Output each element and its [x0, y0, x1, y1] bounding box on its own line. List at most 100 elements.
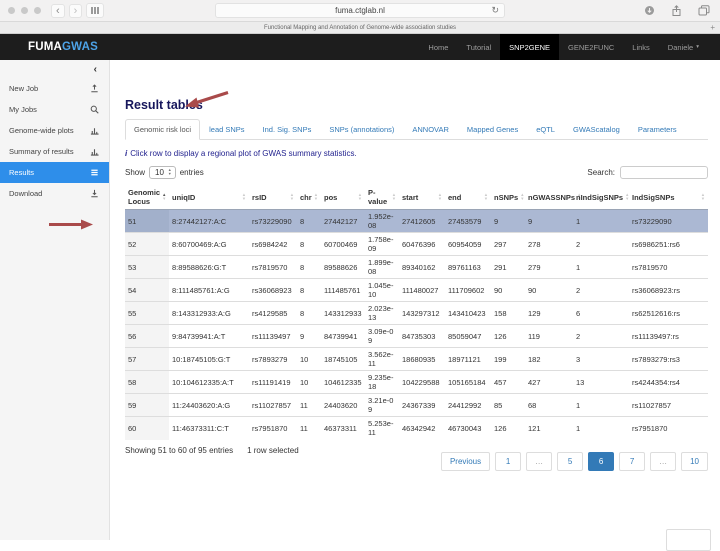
pagination-next-button-partial[interactable] — [666, 529, 711, 551]
column-header-chr[interactable]: chr ▲ ▼ — [297, 185, 321, 210]
page-button-5[interactable]: 5 — [557, 451, 584, 471]
tab-overview-icon[interactable] — [86, 3, 104, 18]
reload-icon[interactable]: ↻ — [491, 5, 499, 16]
table-row[interactable]: 56 9:84739941:A:T rs11139497 9 84739941 3.09e… — [125, 324, 708, 348]
column-header-uniqid[interactable]: uniqID ▲ ▼ — [169, 185, 249, 210]
table-row[interactable]: 55 8:143312933:A:G rs4129585 8 143312933 2.02… — [125, 301, 708, 325]
sort-icon: ▲ ▼ — [241, 192, 246, 201]
column-header-pos[interactable]: pos ▲ ▼ — [321, 185, 365, 210]
column-header-genomic-locus[interactable]: Genomic Locus ▲ ▼ — [125, 185, 169, 210]
cell-genomic-locus: 58 — [125, 370, 169, 394]
column-header-nsnps[interactable]: nSNPs ▲ ▼ — [491, 185, 525, 210]
tab-eqtl[interactable]: eQTL — [527, 119, 564, 140]
page-button-6[interactable]: 6 — [588, 451, 615, 471]
search-input[interactable] — [620, 166, 708, 179]
page-button-7[interactable]: 7 — [619, 451, 646, 471]
sidebar-item-label: New Job — [9, 84, 39, 93]
window-controls[interactable] — [8, 7, 41, 14]
cell-chr: 11 — [297, 416, 321, 440]
fuma-logo[interactable]: FUMAGWAS — [28, 41, 98, 53]
sort-icon: ▲ ▼ — [289, 192, 294, 201]
tab-gwascatalog[interactable]: GWAScatalog — [564, 119, 629, 140]
sidebar-item-download[interactable]: Download — [0, 183, 109, 204]
page-length-select[interactable]: 10 ▲ ▼ — [149, 166, 176, 179]
page-button-previous[interactable]: Previous — [440, 451, 491, 471]
column-header-ngwassnps[interactable]: nGWASSNPs ▲ ▼ — [525, 185, 581, 210]
tabs-icon[interactable] — [698, 5, 710, 16]
cell-uniqid: 11:24403620:A:G — [169, 393, 249, 417]
sort-icon: ▲ ▼ — [313, 192, 318, 201]
cell-nsnps: 199 — [491, 347, 525, 371]
column-label: nIndSigSNPs — [576, 192, 624, 202]
pagination-ellipsis: … — [650, 451, 677, 471]
column-label: nGWASSNPs — [528, 192, 576, 202]
table-row[interactable]: 54 8:111485761:A:G rs36068923 8 111485761 1.0… — [125, 278, 708, 302]
tab-snps-annotations[interactable]: SNPs (annotations) — [320, 119, 403, 140]
address-bar[interactable]: fuma.ctglab.nl ↻ — [215, 3, 505, 18]
column-header-nindsigsnps[interactable]: nIndSigSNPs ▲ ▼ — [573, 185, 629, 210]
cell-chr: 8 — [297, 278, 321, 302]
nav-item-tutorial[interactable]: Tutorial — [457, 34, 500, 60]
table-row[interactable]: 58 10:104612335:A:T rs11191419 10 104612335 9… — [125, 370, 708, 394]
sidebar-item-genome-wide-plots[interactable]: Genome-wide plots — [0, 120, 109, 141]
tab-genomic-risk-loci[interactable]: Genomic risk loci — [125, 119, 201, 140]
column-header-end[interactable]: end ▲ ▼ — [445, 185, 491, 210]
tab-lead-snps[interactable]: lead SNPs — [200, 119, 253, 140]
new-tab-icon[interactable]: + — [710, 23, 715, 31]
tab-ind-sig-snps[interactable]: Ind. Sig. SNPs — [254, 119, 321, 140]
cell-start: 60476396 — [399, 232, 445, 256]
sidebar-item-summary-of-results[interactable]: Summary of results — [0, 141, 109, 162]
cell-ngwassnps: 427 — [525, 370, 573, 394]
tab-parameters[interactable]: Parameters — [629, 119, 686, 140]
page-button-10[interactable]: 10 — [681, 451, 708, 471]
tab-annovar[interactable]: ANNOVAR — [403, 119, 458, 140]
cell-indsigsnps: rs73229090 — [629, 209, 708, 233]
cell-uniqid: 8:143312933:A:G — [169, 301, 249, 325]
window-minimize-icon[interactable] — [21, 7, 28, 14]
sort-icon: ▲ ▼ — [391, 192, 396, 201]
column-label: P-value — [368, 188, 388, 206]
cell-end: 105165184 — [445, 370, 491, 394]
sidebar-item-my-jobs[interactable]: My Jobs — [0, 99, 109, 120]
nav-item-home[interactable]: Home — [419, 34, 457, 60]
column-header-start[interactable]: start ▲ ▼ — [399, 185, 445, 210]
window-close-icon[interactable] — [8, 7, 15, 14]
nav-item-snp2gene[interactable]: SNP2GENE — [500, 34, 560, 60]
cell-end: 111709602 — [445, 278, 491, 302]
nav-item-gene2func[interactable]: GENE2FUNC — [559, 34, 623, 60]
column-header-indsigsnps[interactable]: IndSigSNPs ▲ ▼ — [629, 185, 708, 210]
sidebar-item-new-job[interactable]: New Job — [0, 78, 109, 99]
column-label: Genomic Locus — [128, 188, 161, 206]
table-row[interactable]: 60 11:46373311:C:T rs7951870 11 46373311 5.25… — [125, 416, 708, 440]
cell-ngwassnps: 279 — [525, 255, 573, 279]
cell-start: 104229588 — [399, 370, 445, 394]
window-zoom-icon[interactable] — [34, 7, 41, 14]
sidebar-item-results[interactable]: Results — [0, 162, 109, 183]
column-header-rsid[interactable]: rsID ▲ ▼ — [249, 185, 297, 210]
column-header-p-value[interactable]: P-value ▲ ▼ — [365, 185, 399, 210]
table-row[interactable]: 53 8:89588626:G:T rs7819570 8 89588626 1.899e… — [125, 255, 708, 279]
tab-mapped-genes[interactable]: Mapped Genes — [458, 119, 527, 140]
nav-item-daniele[interactable]: Daniele ▾ — [659, 34, 708, 60]
browser-tab-bar[interactable]: Functional Mapping and Annotation of Gen… — [0, 22, 720, 34]
cell-nsnps: 297 — [491, 232, 525, 256]
table-row[interactable]: 57 10:18745105:G:T rs7893279 10 18745105 3.56… — [125, 347, 708, 371]
cell-end: 143410423 — [445, 301, 491, 325]
share-icon[interactable] — [671, 4, 682, 17]
cell-ngwassnps: 129 — [525, 301, 573, 325]
sidebar-collapse-icon[interactable]: ‹ — [0, 63, 109, 78]
forward-button[interactable]: › — [68, 3, 83, 18]
cell-nindsigsnps: 1 — [573, 416, 629, 440]
table-row[interactable]: 59 11:24403620:A:G rs11027857 11 24403620 3.2… — [125, 393, 708, 417]
cell-pos: 111485761 — [321, 278, 365, 302]
downloads-icon[interactable] — [644, 5, 655, 16]
back-button[interactable]: ‹ — [51, 3, 65, 18]
cell-nsnps: 291 — [491, 255, 525, 279]
cell-pos: 24403620 — [321, 393, 365, 417]
table-row[interactable]: 52 8:60700469:A:G rs6984242 8 60700469 1.758e… — [125, 232, 708, 256]
cell-uniqid: 8:27442127:A:C — [169, 209, 249, 233]
nav-item-links[interactable]: Links — [623, 34, 659, 60]
cell-indsigsnps: rs7819570 — [629, 255, 708, 279]
page-button-1[interactable]: 1 — [495, 451, 522, 471]
table-row[interactable]: 51 8:27442127:A:C rs73229090 8 27442127 1.952… — [125, 209, 708, 233]
